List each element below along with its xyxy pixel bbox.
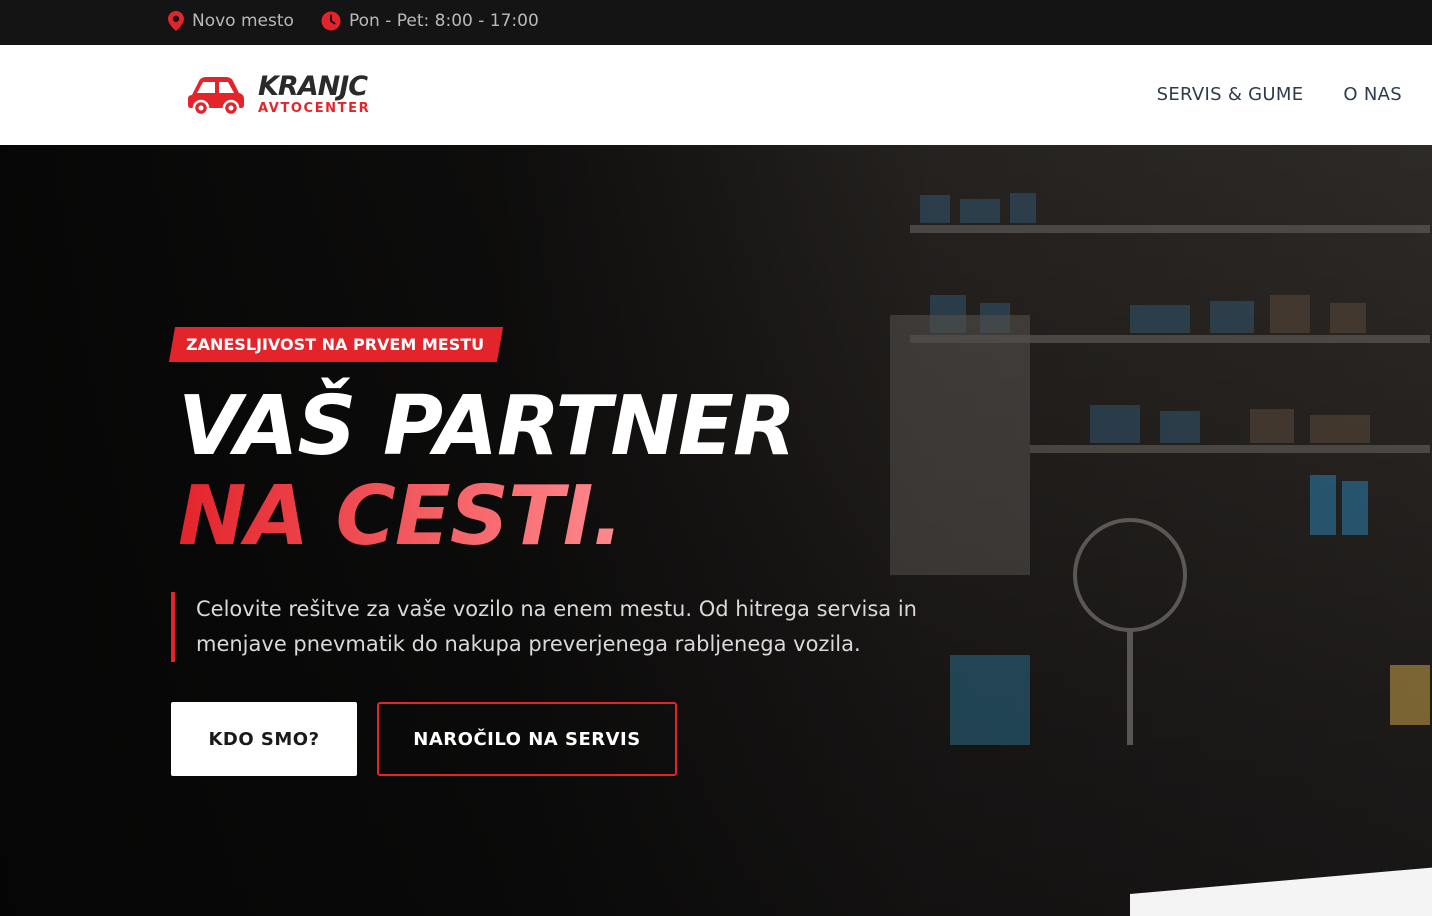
map-pin-icon	[168, 11, 184, 31]
nav-item-o-nas[interactable]: O NAS	[1343, 84, 1402, 105]
opening-hours-info: Pon - Pet: 8:00 - 17:00	[321, 11, 539, 31]
kdo-smo-button[interactable]: KDO SMO?	[171, 702, 357, 776]
hero-section: ZANESLJIVOST NA PRVEM MESTU VAŠ PARTNER …	[0, 145, 1432, 916]
car-icon	[186, 73, 246, 121]
site-logo[interactable]: KRANJC AVTOCENTER	[186, 71, 386, 121]
logo-subtitle: AVTOCENTER	[258, 101, 371, 116]
hero-bottom-edge	[1130, 866, 1432, 916]
location-text: Novo mesto	[192, 11, 294, 31]
service-order-button[interactable]: NAROČILO NA SERVIS	[377, 702, 677, 776]
nav-item-servis-gume[interactable]: SERVIS & GUME	[1157, 84, 1304, 105]
location-info: Novo mesto	[168, 11, 294, 31]
logo-brand-name: KRANJC	[258, 71, 368, 102]
main-navigation: SERVIS & GUME O NAS	[1157, 84, 1402, 105]
hero-lead-text: Celovite rešitve za vaše vozilo na enem …	[171, 592, 1011, 662]
hero-tagline-text: ZANESLJIVOST NA PRVEM MESTU	[186, 335, 485, 354]
hero-title-line1: VAŠ PARTNER	[178, 379, 796, 474]
hours-text: Pon - Pet: 8:00 - 17:00	[349, 11, 539, 31]
clock-icon	[321, 11, 341, 31]
site-header: KRANJC AVTOCENTER SERVIS & GUME O NAS	[0, 45, 1432, 145]
top-info-bar: Novo mesto Pon - Pet: 8:00 - 17:00	[0, 0, 1432, 45]
hero-title-line2: NA CESTI.	[178, 469, 623, 564]
hero-tagline-badge: ZANESLJIVOST NA PRVEM MESTU	[168, 327, 504, 362]
